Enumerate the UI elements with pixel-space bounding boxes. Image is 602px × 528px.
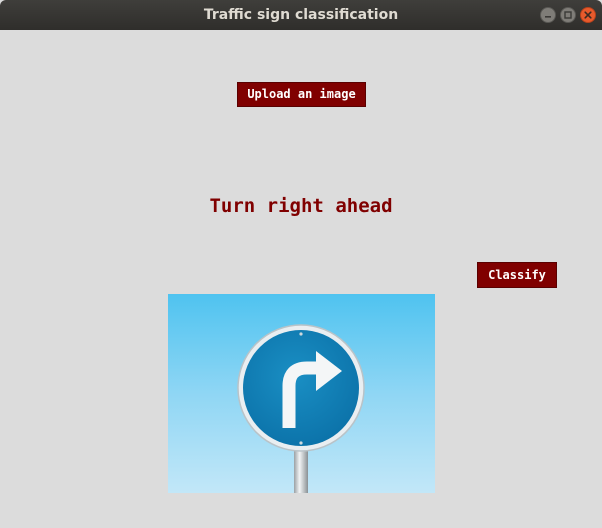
close-icon: [584, 11, 592, 19]
classify-button[interactable]: Classify: [477, 262, 557, 288]
title-bar[interactable]: Traffic sign classification: [0, 0, 602, 30]
classification-result: Turn right ahead: [209, 195, 393, 217]
app-window: Traffic sign classification Upload an im…: [0, 0, 602, 528]
maximize-button[interactable]: [560, 7, 576, 23]
minimize-button[interactable]: [540, 7, 556, 23]
close-button[interactable]: [580, 7, 596, 23]
minimize-icon: [545, 16, 551, 18]
upload-image-button[interactable]: Upload an image: [237, 82, 366, 107]
traffic-sign-image: [168, 294, 435, 493]
maximize-icon: [564, 11, 572, 19]
window-title: Traffic sign classification: [203, 7, 399, 23]
uploaded-image: [168, 294, 435, 493]
